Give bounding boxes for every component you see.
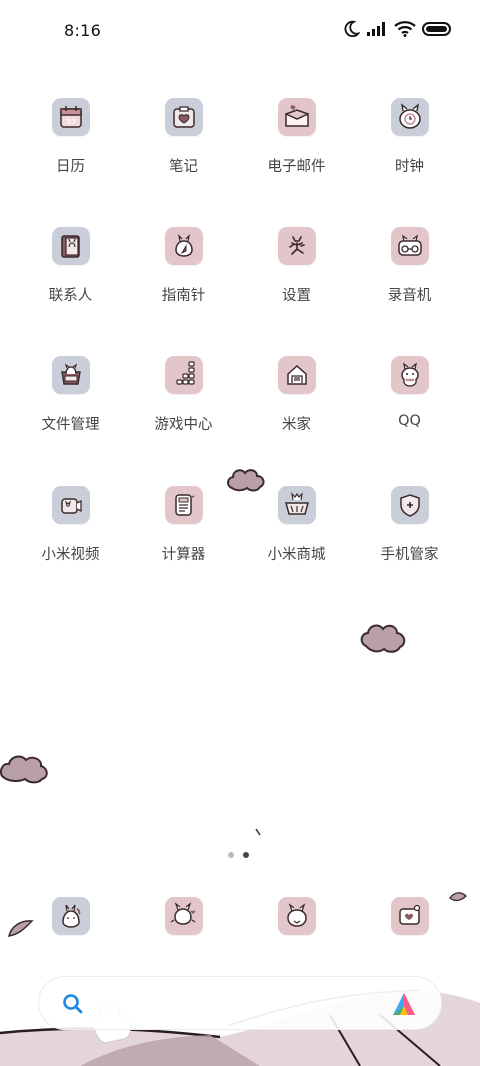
battery-icon [422, 21, 452, 37]
app-label: 时钟 [395, 159, 424, 175]
notes-icon [164, 98, 203, 136]
app-label: 手机管家 [380, 547, 439, 563]
app-contacts[interactable]: 联系人 [14, 227, 127, 337]
files-icon [51, 356, 90, 394]
signal-icon [366, 21, 388, 37]
moon-icon [342, 20, 360, 38]
mi-home-icon [277, 356, 316, 394]
app-label: 文件管理 [41, 417, 100, 433]
app-label: 小米商城 [267, 547, 326, 563]
app-label: 电子邮件 [267, 159, 326, 175]
app-label: 设置 [282, 288, 311, 304]
calculator-icon [164, 486, 203, 524]
contacts-icon [51, 227, 90, 265]
app-calculator[interactable]: 计算器 [127, 486, 240, 596]
search-icon[interactable] [61, 992, 85, 1020]
recorder-icon [390, 227, 429, 265]
game-center-icon [164, 356, 203, 394]
app-label: 指南针 [161, 288, 206, 304]
video-icon [51, 486, 90, 524]
settings-icon [277, 227, 316, 265]
app-label: 小米视频 [41, 547, 100, 563]
app-label: 笔记 [169, 159, 198, 175]
wifi-icon [394, 21, 416, 37]
cloud-decoration [360, 624, 406, 653]
app-label: 联系人 [48, 288, 93, 304]
app-recorder[interactable]: 录音机 [353, 227, 466, 337]
qq-icon [390, 356, 429, 394]
app-label: 游戏中心 [154, 417, 213, 433]
email-icon [277, 98, 316, 136]
app-settings[interactable]: 设置 [240, 227, 353, 337]
clock-time: 8:16 [64, 21, 102, 40]
app-compass[interactable]: 指南针 [127, 227, 240, 337]
phone-icon [51, 897, 90, 935]
app-clock[interactable]: 时钟 [353, 98, 466, 208]
assistant-icon[interactable] [389, 991, 419, 1021]
cloud-decoration [0, 755, 48, 784]
status-bar: 8:16 [0, 0, 480, 62]
app-label: 日历 [56, 159, 85, 175]
app-calendar[interactable]: 23 日历 [14, 98, 127, 208]
status-icons [342, 20, 452, 38]
app-email[interactable]: 电子邮件 [240, 98, 353, 208]
app-security[interactable]: 手机管家 [353, 486, 466, 596]
page-indicator[interactable] [228, 852, 249, 858]
app-notes[interactable]: 笔记 [127, 98, 240, 208]
camera-icon [390, 897, 429, 935]
petal-decoration [255, 828, 261, 836]
svg-text:23: 23 [66, 118, 75, 126]
clock-icon [390, 98, 429, 136]
page-dot-active[interactable] [243, 852, 249, 858]
search-bar[interactable] [38, 976, 442, 1030]
messages-icon [164, 897, 203, 935]
app-qq[interactable]: QQ [353, 356, 466, 466]
compass-icon [164, 227, 203, 265]
app-label: QQ [398, 413, 421, 429]
app-game-center[interactable]: 游戏中心 [127, 356, 240, 466]
mi-store-icon [277, 486, 316, 524]
browser-icon [277, 897, 316, 935]
app-mi-home[interactable]: 米家 [240, 356, 353, 466]
app-video[interactable]: 小米视频 [14, 486, 127, 596]
app-files[interactable]: 文件管理 [14, 356, 127, 466]
page-dot[interactable] [228, 852, 234, 858]
app-label: 计算器 [161, 547, 206, 563]
calendar-icon: 23 [51, 98, 90, 136]
app-mi-store[interactable]: 小米商城 [240, 486, 353, 596]
app-label: 录音机 [387, 288, 432, 304]
security-icon [390, 486, 429, 524]
app-label: 米家 [282, 417, 311, 433]
